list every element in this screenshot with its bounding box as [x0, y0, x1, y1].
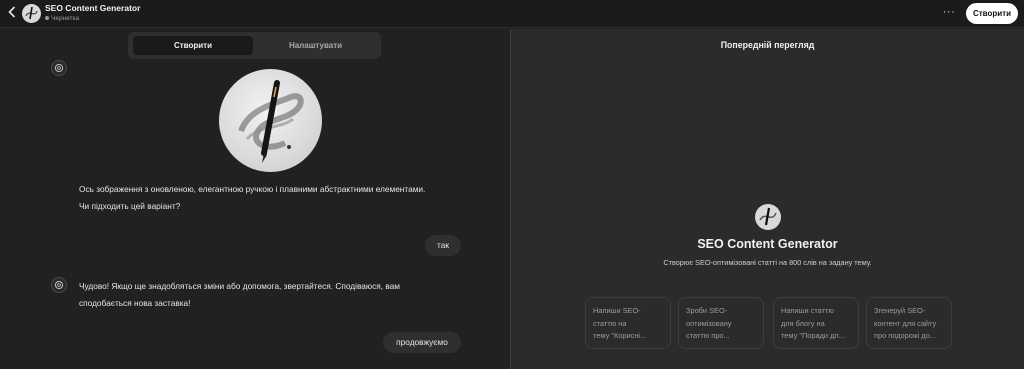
gpt-preview-description: Створює SEO-оптимізовані статті на 800 с…: [663, 258, 872, 267]
starter-line: Згенеруй SEO-: [874, 306, 926, 315]
conversation-starter[interactable]: Зроби SEO- оптимізовану статтю про...: [678, 297, 764, 349]
starter-line: контент для сайту: [874, 318, 937, 328]
mode-tabs: Створити Налаштувати: [128, 32, 381, 59]
starter-line: для блогу на: [781, 318, 825, 328]
chevron-left-icon: [8, 5, 16, 22]
starter-line: Напиши статтю: [781, 306, 834, 315]
top-bar: SEO Content Generator Чернетка ··· Створ…: [0, 0, 1024, 28]
message-line: Чудово! Якщо ще знадобляться зміни або д…: [79, 281, 401, 291]
preview-title: Попередній перегляд: [720, 40, 815, 50]
message-line: сподобається нова заставка!: [79, 298, 191, 308]
user-message-1: так: [425, 235, 461, 256]
assistant-message-2: Чудово! Якщо ще знадобляться зміни або д…: [79, 278, 400, 312]
generated-logo-image: [219, 69, 322, 172]
builder-pane: Створити Налаштувати Ось зображення з он…: [0, 29, 510, 369]
gpt-preview-avatar: [755, 204, 781, 230]
conversation-starter[interactable]: Напиши статтю для блогу на тему "Поради …: [773, 297, 859, 349]
conversation-starter[interactable]: Напиши SEO- статтю на тему "Корисні...: [585, 297, 671, 349]
starter-line: Зроби SEO-: [686, 306, 728, 315]
starter-line: оптимізовану: [686, 318, 732, 328]
openai-logo-icon: [51, 277, 67, 293]
starter-line: Напиши SEO-: [593, 306, 641, 315]
gpt-title: SEO Content Generator: [45, 3, 141, 13]
user-message-2: продовжуємо: [383, 332, 461, 353]
preview-pane: Попередній перегляд SEO Content Generato…: [511, 29, 1024, 369]
message-line: Ось зображення з оновленою, елегантною р…: [79, 184, 426, 194]
more-options-button[interactable]: ···: [940, 5, 958, 21]
openai-logo-icon: [51, 60, 67, 76]
starter-line: статтю на: [593, 318, 627, 328]
draft-status: Чернетка: [45, 15, 79, 22]
gpt-avatar: [22, 4, 41, 23]
tab-create[interactable]: Створити: [133, 36, 253, 55]
status-label: Чернетка: [51, 15, 80, 22]
back-button[interactable]: [5, 6, 19, 22]
tab-configure[interactable]: Налаштувати: [255, 36, 376, 55]
create-button[interactable]: Створити: [966, 3, 1018, 24]
gpt-preview-name: SEO Content Generator: [697, 237, 838, 251]
conversation-starter[interactable]: Згенеруй SEO- контент для сайту про подо…: [866, 297, 952, 349]
starter-line: тему "Поради дл...: [781, 331, 845, 341]
starter-line: статтю про...: [686, 331, 730, 341]
message-line: Чи підходить цей варіант?: [79, 201, 181, 211]
starter-line: про подорожі до...: [874, 331, 937, 341]
assistant-message-1: Ось зображення з оновленою, елегантною р…: [79, 181, 425, 215]
starter-line: тему "Корисні...: [593, 331, 647, 341]
status-dot-icon: [45, 16, 49, 21]
